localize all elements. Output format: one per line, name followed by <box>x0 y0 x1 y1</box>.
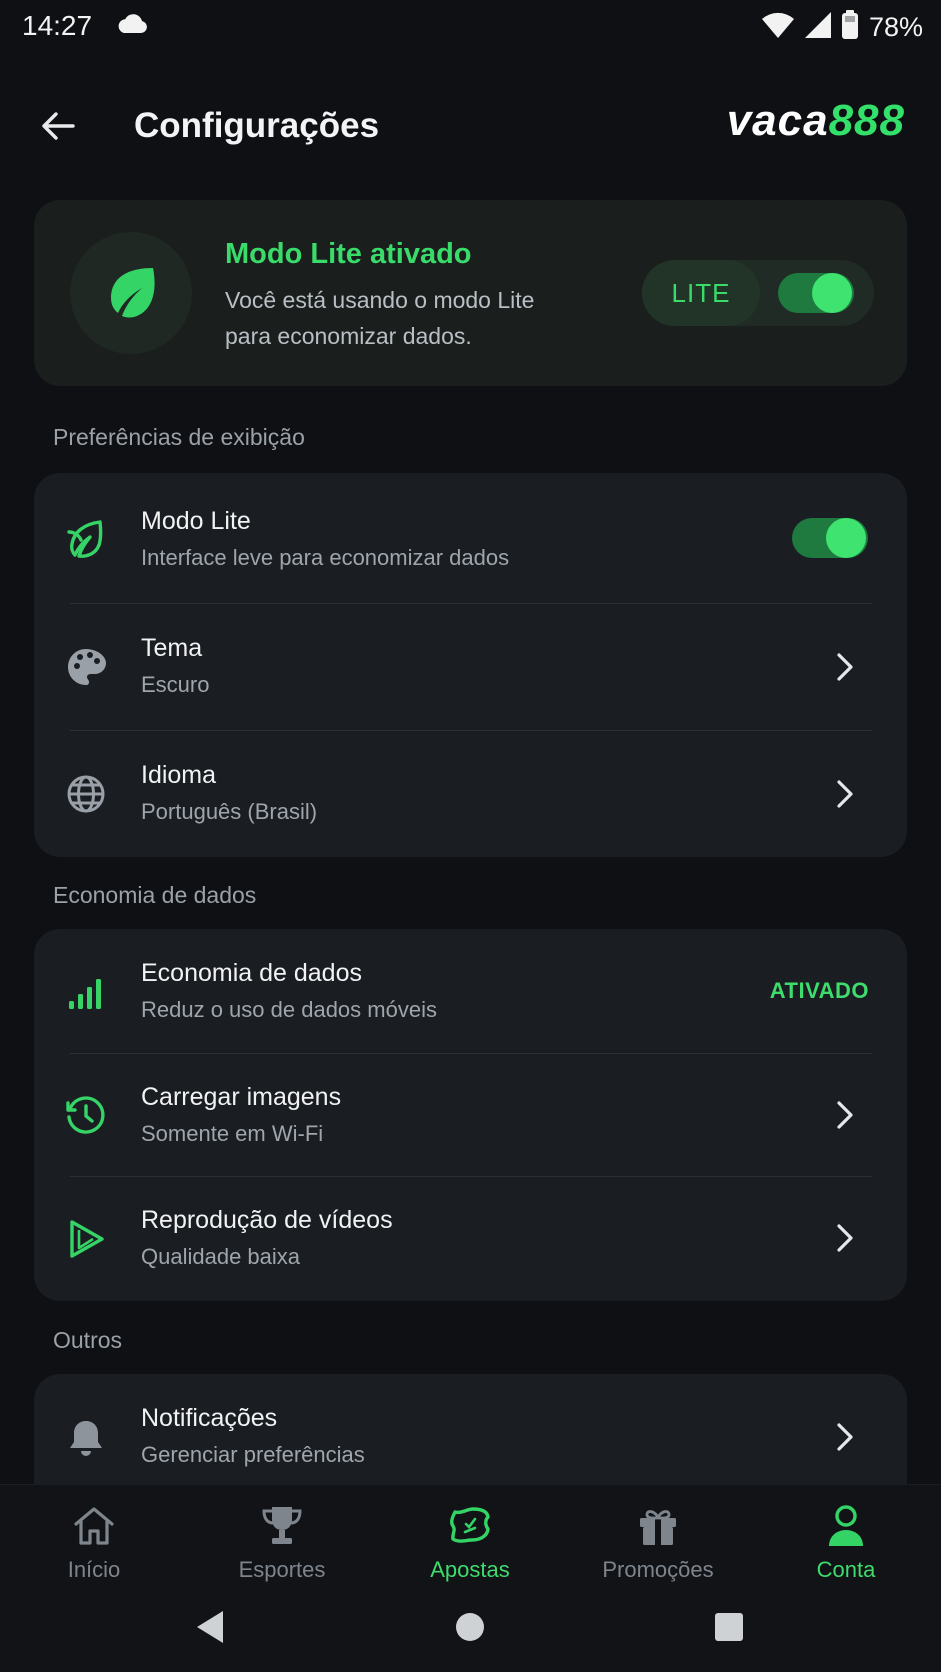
nav-label: Início <box>67 1557 121 1582</box>
chevron-right-icon <box>831 774 859 814</box>
gift-icon <box>633 1501 683 1551</box>
row-subtitle: Somente em Wi-Fi <box>141 1121 324 1146</box>
banner-title: Modo Lite ativado <box>225 238 472 270</box>
row-subtitle: Escuro <box>141 672 210 697</box>
section-label-display: Preferências de exibição <box>53 424 305 450</box>
settings-row-language[interactable]: Idioma Português (Brasil) <box>34 731 907 857</box>
back-button[interactable] <box>36 104 80 148</box>
status-indicators: 78% <box>761 10 923 45</box>
leaf-icon <box>70 232 192 354</box>
settings-row-lite-mode[interactable]: Modo Lite Interface leve para economizar… <box>34 473 907 603</box>
app-header: Configurações vaca888 <box>0 86 941 166</box>
toggle-knob <box>812 273 852 313</box>
page-title: Configurações <box>134 106 380 145</box>
settings-row-video-playback[interactable]: Reprodução de vídeos Qualidade baixa <box>34 1177 907 1301</box>
row-title: Notificações <box>141 1404 278 1432</box>
row-subtitle: Gerenciar preferências <box>141 1442 365 1467</box>
nav-label: Esportes <box>238 1557 326 1582</box>
chevron-right-icon <box>831 1417 859 1457</box>
toggle-knob <box>826 518 866 558</box>
nav-label: Conta <box>816 1557 876 1582</box>
system-back-button[interactable] <box>188 1605 232 1649</box>
data-economy-card: Economia de dados Reduz o uso de dados m… <box>34 929 907 1301</box>
brand-logo-text-a: vaca <box>726 96 829 145</box>
display-preferences-card: Modo Lite Interface leve para economizar… <box>34 473 907 857</box>
lite-mode-banner: Modo Lite ativado Você está usando o mod… <box>34 200 907 386</box>
section-label-others: Outros <box>53 1327 123 1353</box>
brand-logo: vaca888 <box>727 96 905 146</box>
wifi-icon <box>761 11 795 44</box>
row-subtitle: Português (Brasil) <box>141 799 318 824</box>
lite-banner-toggle[interactable] <box>778 273 854 313</box>
row-title: Reprodução de vídeos <box>141 1206 393 1234</box>
settings-screen: 14:27 78% Configurações vaca888 Modo Lit… <box>0 0 941 1672</box>
settings-row-theme[interactable]: Tema Escuro <box>34 604 907 730</box>
signal-bars-icon <box>64 971 108 1015</box>
status-badge: ATIVADO <box>769 978 869 1003</box>
chevron-right-icon <box>831 647 859 687</box>
clock-icon <box>64 1094 108 1138</box>
play-icon <box>64 1217 108 1261</box>
palette-icon <box>64 645 108 689</box>
settings-row-data-saver[interactable]: Economia de dados Reduz o uso de dados m… <box>34 929 907 1053</box>
row-title: Tema <box>141 634 203 662</box>
nav-item-sports[interactable]: Esportes <box>188 1501 376 1601</box>
battery-icon <box>841 10 859 45</box>
signal-icon <box>803 11 833 44</box>
banner-description: Você está usando o modo Lite para econom… <box>225 287 535 349</box>
row-title: Idioma <box>141 761 217 789</box>
bell-icon <box>64 1416 108 1460</box>
row-subtitle: Reduz o uso de dados móveis <box>141 997 437 1022</box>
user-icon <box>821 1501 871 1551</box>
nav-item-account[interactable]: Conta <box>752 1501 940 1601</box>
brand-logo-text-b: 888 <box>828 96 905 145</box>
row-subtitle: Qualidade baixa <box>141 1244 301 1269</box>
nav-item-home[interactable]: Início <box>0 1501 188 1601</box>
lite-pill-label: LITE <box>642 260 760 326</box>
chevron-right-icon <box>831 1095 859 1135</box>
home-icon <box>69 1501 119 1551</box>
cloud-icon <box>116 12 148 39</box>
settings-row-notifications[interactable]: Notificações Gerenciar preferências <box>34 1374 907 1498</box>
bottom-navigation: Início Esportes Apostas Promoções Conta <box>0 1484 941 1672</box>
status-time: 14:27 <box>22 10 93 41</box>
battery-percent: 78% <box>868 12 923 42</box>
settings-row-load-images[interactable]: Carregar imagens Somente em Wi-Fi <box>34 1054 907 1176</box>
row-subtitle: Interface leve para economizar dados <box>141 545 510 570</box>
status-bar: 14:27 78% <box>0 0 941 56</box>
lite-pill: LITE <box>642 260 874 326</box>
trophy-icon <box>257 1501 307 1551</box>
ticket-icon <box>445 1501 495 1551</box>
lite-mode-toggle[interactable] <box>792 518 868 558</box>
nav-label: Apostas <box>430 1557 510 1582</box>
row-title: Modo Lite <box>141 507 251 535</box>
nav-item-bets[interactable]: Apostas <box>376 1501 564 1601</box>
system-home-button[interactable] <box>448 1605 492 1649</box>
row-title: Carregar imagens <box>141 1083 342 1111</box>
nav-label: Promoções <box>602 1557 714 1582</box>
lite-mode-icon <box>64 516 108 560</box>
row-title: Economia de dados <box>141 959 362 987</box>
system-navigation <box>0 1591 941 1661</box>
section-label-data: Economia de dados <box>53 882 257 908</box>
chevron-right-icon <box>831 1218 859 1258</box>
globe-icon <box>64 772 108 816</box>
system-recents-button[interactable] <box>707 1605 751 1649</box>
nav-item-promotions[interactable]: Promoções <box>564 1501 752 1601</box>
arrow-left-icon <box>42 112 75 140</box>
